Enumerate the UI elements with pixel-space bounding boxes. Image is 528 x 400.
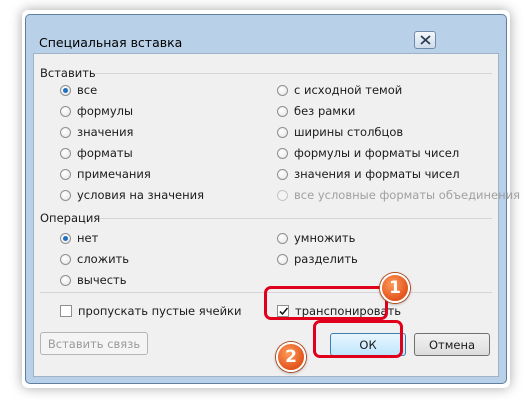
radio-label: все: [77, 83, 98, 97]
paste-link-button: Вставить связь: [40, 332, 148, 355]
title-bar[interactable]: Специальная вставка: [26, 15, 506, 51]
close-icon: [420, 35, 431, 45]
paste-option-all[interactable]: все: [60, 83, 97, 97]
checkbox-box[interactable]: [60, 305, 72, 317]
radio-circle[interactable]: [60, 168, 71, 180]
radio-label: без рамки: [294, 104, 356, 118]
paste-option-merge-conditional-formats: все условные форматы объединения: [277, 188, 520, 202]
radio-circle[interactable]: [277, 232, 288, 244]
close-button[interactable]: [414, 31, 436, 49]
operation-option-multiply[interactable]: умножить: [277, 231, 355, 245]
radio-circle[interactable]: [277, 147, 288, 159]
paste-option-values[interactable]: значения: [60, 125, 133, 139]
radio-circle[interactable]: [60, 232, 71, 244]
paste-option-formats[interactable]: форматы: [60, 146, 133, 160]
checkbox-label: пропускать пустые ячейки: [78, 304, 242, 318]
radio-circle[interactable]: [60, 189, 71, 201]
operation-option-subtract[interactable]: вычесть: [60, 273, 127, 287]
radio-circle[interactable]: [60, 274, 71, 286]
step-1-badge: 1: [380, 273, 410, 303]
radio-circle[interactable]: [60, 147, 71, 159]
paste-option-source-theme[interactable]: с исходной темой: [277, 83, 402, 97]
dialog-title: Специальная вставка: [39, 35, 183, 50]
transpose-highlight: [264, 286, 388, 320]
radio-label: формулы: [77, 104, 134, 118]
radio-circle[interactable]: [277, 253, 288, 265]
radio-label: разделить: [294, 252, 358, 266]
radio-circle[interactable]: [277, 105, 288, 117]
operation-option-add[interactable]: сложить: [60, 252, 129, 266]
step-2-badge: 2: [276, 342, 306, 372]
paste-option-comments[interactable]: примечания: [60, 167, 151, 181]
radio-circle[interactable]: [277, 168, 288, 180]
radio-label: сложить: [77, 252, 130, 266]
radio-circle[interactable]: [60, 126, 71, 138]
radio-label: условия на значения: [77, 188, 205, 202]
operation-group-label: Операция: [40, 211, 101, 225]
paste-option-column-widths[interactable]: ширины столбцов: [277, 125, 403, 139]
radio-label: формулы и форматы чисел: [294, 146, 460, 160]
radio-circle[interactable]: [277, 126, 288, 138]
paste-special-dialog: Специальная вставка Вставить все формулы…: [25, 14, 520, 384]
paste-group-divider: [94, 73, 492, 74]
ok-highlight: [313, 320, 403, 358]
radio-circle[interactable]: [60, 253, 71, 265]
radio-label: примечания: [77, 167, 151, 181]
paste-group-label: Вставить: [40, 66, 96, 80]
cancel-button[interactable]: Отмена: [414, 333, 490, 356]
radio-label: значения и форматы чисел: [294, 167, 460, 181]
skip-blanks-checkbox[interactable]: пропускать пустые ячейки: [60, 304, 241, 318]
paste-option-values-number-formats[interactable]: значения и форматы чисел: [277, 167, 460, 181]
paste-option-validation[interactable]: условия на значения: [60, 188, 204, 202]
paste-option-formulas[interactable]: формулы: [60, 104, 133, 118]
paste-option-formulas-number-formats[interactable]: формулы и форматы чисел: [277, 146, 459, 160]
radio-label: нет: [77, 231, 99, 245]
operation-group-divider: [100, 218, 492, 219]
radio-circle[interactable]: [60, 84, 71, 96]
radio-label: с исходной темой: [294, 83, 403, 97]
radio-label: умножить: [294, 231, 356, 245]
radio-label: вычесть: [77, 273, 127, 287]
radio-label: форматы: [77, 146, 133, 160]
radio-circle: [277, 189, 288, 201]
paste-option-no-borders[interactable]: без рамки: [277, 104, 355, 118]
radio-label: все условные форматы объединения: [294, 188, 521, 202]
operation-option-none[interactable]: нет: [60, 231, 98, 245]
radio-label: ширины столбцов: [294, 125, 404, 139]
operation-option-divide[interactable]: разделить: [277, 252, 358, 266]
dialog-body: Вставить все формулы значения форматы пр…: [33, 53, 520, 377]
radio-circle[interactable]: [277, 84, 288, 96]
radio-circle[interactable]: [60, 105, 71, 117]
radio-label: значения: [77, 125, 134, 139]
